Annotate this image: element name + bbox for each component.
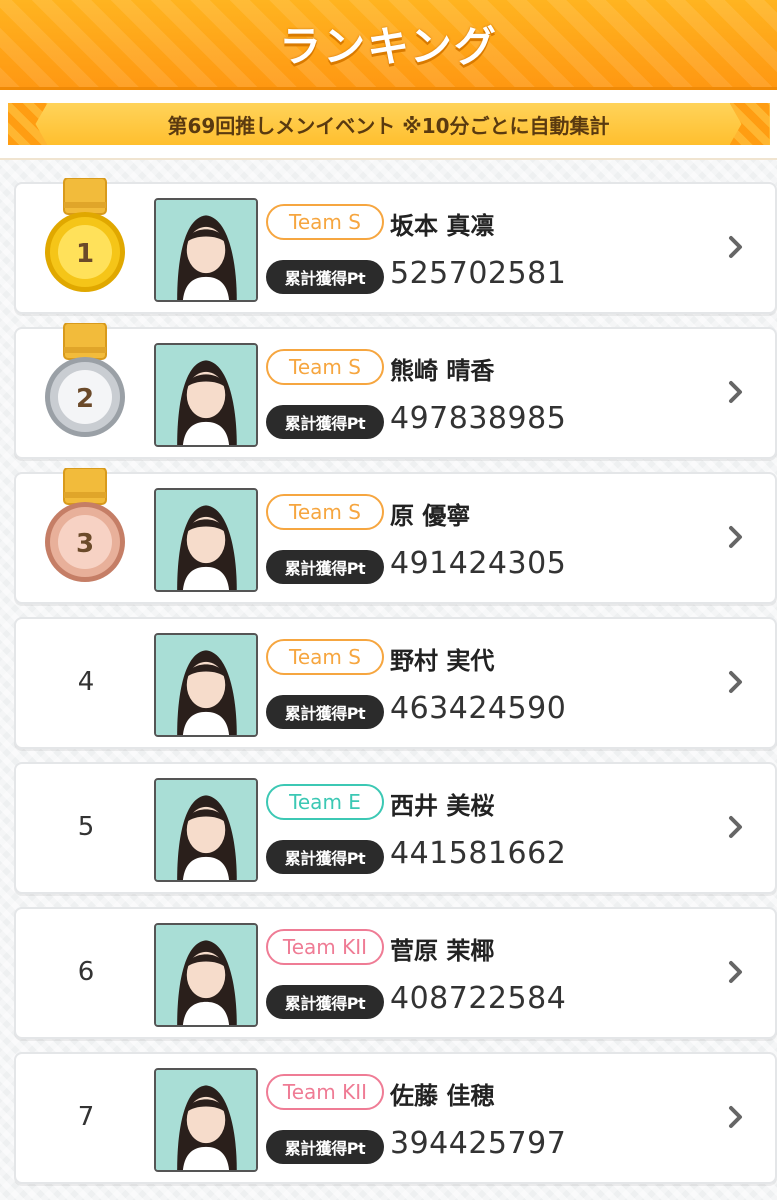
member-name: 坂本 真凛 [390, 212, 495, 240]
medal-rank-number: 1 [76, 239, 94, 269]
member-portrait-icon [156, 635, 256, 735]
member-photo [154, 1068, 258, 1172]
ranking-row[interactable]: 7 Team KII 佐藤 佳穂 累計獲得Pt 394425797 [14, 1052, 777, 1184]
rank-zone: 2 [16, 323, 156, 457]
points-value: 497838985 [390, 401, 567, 436]
rank-number: 7 [77, 1102, 95, 1132]
medal-rank-number: 2 [76, 384, 94, 414]
chevron-right-icon [729, 816, 742, 838]
team-badge: Team KII [266, 1074, 384, 1110]
member-portrait-icon [156, 345, 256, 445]
points-label-badge: 累計獲得Pt [266, 550, 384, 584]
ranking-list: 1 Team S 坂本 真凛 累計獲得Pt 525702581 2 Team S… [14, 178, 777, 1197]
member-photo [154, 923, 258, 1027]
member-photo [154, 488, 258, 592]
chevron-right-icon [729, 236, 742, 258]
member-portrait-icon [156, 925, 256, 1025]
member-portrait-icon [156, 200, 256, 300]
chevron-right-icon [729, 526, 742, 548]
team-badge: Team S [266, 349, 384, 385]
member-portrait-icon [156, 780, 256, 880]
points-label-badge: 累計獲得Pt [266, 695, 384, 729]
points-value: 408722584 [390, 981, 567, 1016]
chevron-right-icon [729, 671, 742, 693]
rank-zone: 3 [16, 468, 156, 602]
member-name: 西井 美桜 [390, 792, 495, 820]
page-header: ランキング [0, 0, 777, 90]
page-title: ランキング [279, 22, 498, 71]
member-portrait-icon [156, 1070, 256, 1170]
chevron-right-icon [729, 381, 742, 403]
member-photo [154, 343, 258, 447]
event-banner: 第69回推しメンイベント ※10分ごとに自動集計 [7, 103, 770, 145]
points-label-badge: 累計獲得Pt [266, 260, 384, 294]
member-photo [154, 198, 258, 302]
rank-number: 5 [77, 812, 95, 842]
rank-zone: 6 [16, 909, 156, 1037]
points-value: 525702581 [390, 256, 567, 291]
medal-bronze-icon: 3 [45, 468, 125, 582]
event-label: 第69回推しメンイベント ※10分ごとに自動集計 [167, 113, 610, 138]
event-strip: 第69回推しメンイベント ※10分ごとに自動集計 [0, 90, 777, 160]
medal-rank-number: 3 [76, 529, 94, 559]
rank-zone: 4 [16, 619, 156, 747]
rank-zone: 1 [16, 178, 156, 312]
member-name: 佐藤 佳穂 [390, 1082, 495, 1110]
member-photo [154, 633, 258, 737]
rank-zone: 7 [16, 1054, 156, 1182]
points-label-badge: 累計獲得Pt [266, 840, 384, 874]
points-label-badge: 累計獲得Pt [266, 985, 384, 1019]
rank-number: 6 [77, 957, 95, 987]
points-value: 463424590 [390, 691, 567, 726]
ranking-row[interactable]: 4 Team S 野村 実代 累計獲得Pt 463424590 [14, 617, 777, 749]
team-badge: Team KII [266, 929, 384, 965]
member-photo [154, 778, 258, 882]
chevron-right-icon [729, 961, 742, 983]
team-badge: Team E [266, 784, 384, 820]
chevron-right-icon [729, 1106, 742, 1128]
member-portrait-icon [156, 490, 256, 590]
points-label-badge: 累計獲得Pt [266, 405, 384, 439]
ranking-row[interactable]: 6 Team KII 菅原 茉椰 累計獲得Pt 408722584 [14, 907, 777, 1039]
points-value: 441581662 [390, 836, 567, 871]
member-name: 熊崎 晴香 [390, 357, 495, 385]
member-name: 菅原 茉椰 [390, 937, 495, 965]
rank-zone: 5 [16, 764, 156, 892]
team-badge: Team S [266, 639, 384, 675]
points-label-badge: 累計獲得Pt [266, 1130, 384, 1164]
ranking-row[interactable]: 3 Team S 原 優寧 累計獲得Pt 491424305 [14, 468, 777, 604]
team-badge: Team S [266, 204, 384, 240]
member-name: 原 優寧 [390, 502, 471, 530]
medal-gold-icon: 1 [45, 178, 125, 292]
ranking-row[interactable]: 5 Team E 西井 美桜 累計獲得Pt 441581662 [14, 762, 777, 894]
points-value: 491424305 [390, 546, 567, 581]
member-name: 野村 実代 [390, 647, 495, 675]
ranking-row[interactable]: 2 Team S 熊崎 晴香 累計獲得Pt 497838985 [14, 323, 777, 459]
ranking-row[interactable]: 1 Team S 坂本 真凛 累計獲得Pt 525702581 [14, 178, 777, 314]
team-badge: Team S [266, 494, 384, 530]
medal-silver-icon: 2 [45, 323, 125, 437]
points-value: 394425797 [390, 1126, 567, 1161]
rank-number: 4 [77, 667, 95, 697]
